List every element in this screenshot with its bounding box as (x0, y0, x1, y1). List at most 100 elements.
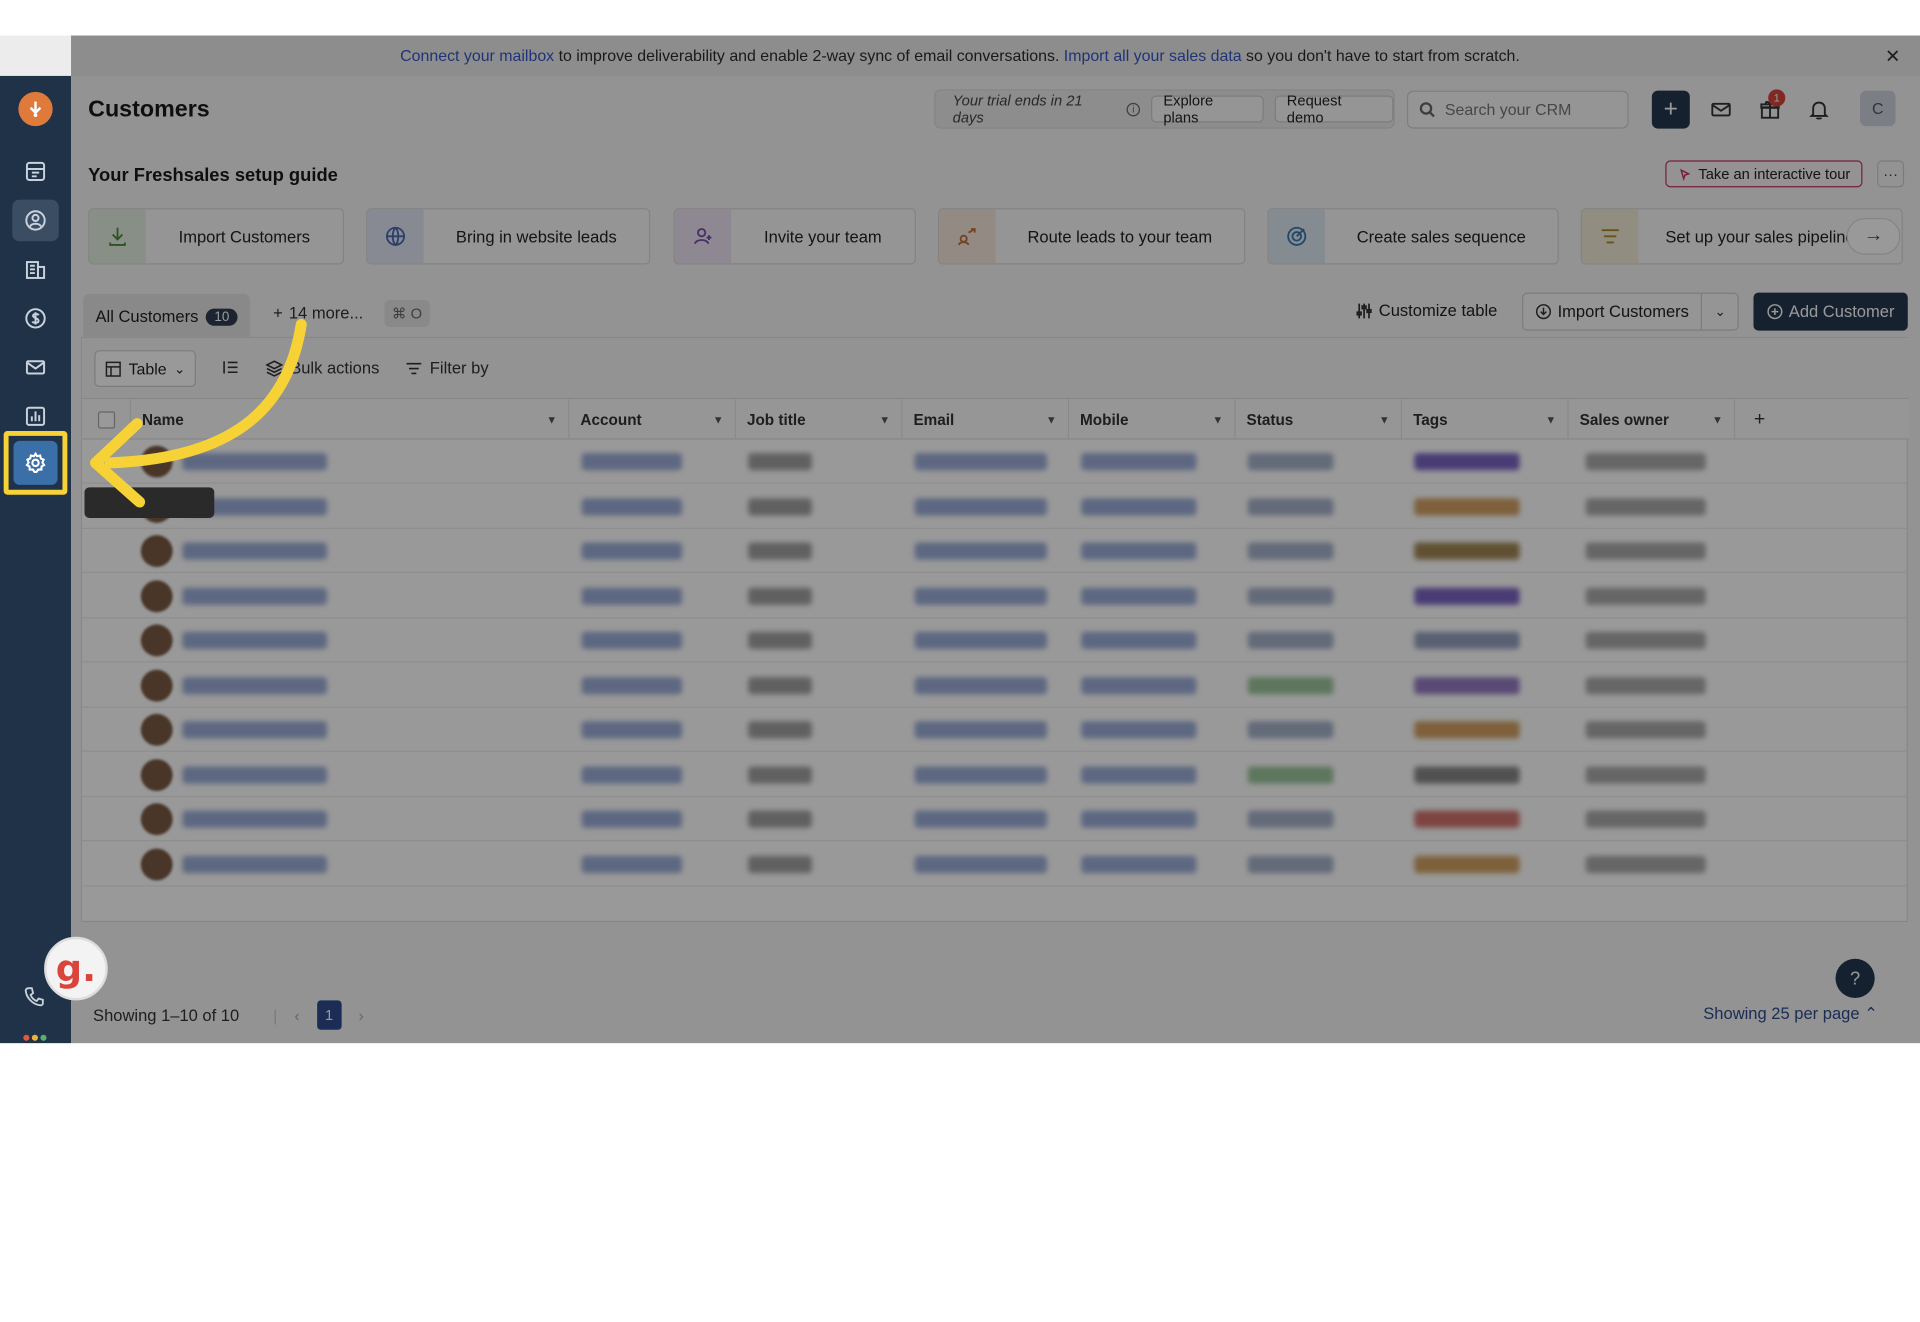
interactive-tour-button[interactable]: Take an interactive tour (1665, 160, 1863, 188)
sidebar-contacts-icon[interactable] (12, 199, 59, 242)
sidebar-deals-icon[interactable] (12, 298, 59, 340)
sort-caret-icon: ▼ (546, 413, 558, 426)
table-row[interactable] (82, 440, 1909, 484)
bell-icon[interactable] (1805, 96, 1832, 123)
mail-icon[interactable] (1707, 96, 1734, 123)
view-tab-all-customers[interactable]: All Customers 10 (83, 293, 251, 340)
redacted-cell (581, 721, 683, 739)
sidebar-accounts-icon[interactable] (12, 249, 59, 291)
column-header-name[interactable]: Name ▼ (131, 399, 570, 440)
redacted-cell (1081, 453, 1197, 471)
table-row[interactable] (82, 663, 1909, 708)
per-page-selector[interactable]: Showing 25 per page ⌃ (1703, 1004, 1878, 1024)
explore-plans-button[interactable]: Explore plans (1151, 92, 1264, 126)
table-row[interactable] (82, 708, 1909, 752)
tag-badge (1414, 631, 1520, 649)
pagination: | ‹ 1 › (273, 1000, 364, 1030)
column-header-account[interactable]: Account ▼ (569, 399, 736, 440)
sidebar-dashboard-icon[interactable] (12, 151, 59, 193)
page-number[interactable]: 1 (316, 1000, 342, 1030)
prev-page-icon[interactable]: ‹ (294, 1006, 299, 1024)
table-row[interactable] (82, 842, 1909, 886)
view-label: Table (128, 359, 167, 378)
top-bar: Customers Your trial ends in 21 days i E… (71, 76, 1920, 145)
status-badge (1247, 676, 1334, 694)
guide-card-label: Create sales sequence (1356, 227, 1526, 246)
status-badge (1247, 631, 1334, 649)
redacted-cell (914, 453, 1047, 471)
redacted-cell (914, 631, 1047, 649)
carousel-next-button[interactable]: → (1846, 217, 1901, 255)
route-icon (939, 209, 996, 264)
sidebar-inbox-icon[interactable] (12, 347, 59, 389)
guide-card-route-leads[interactable]: Route leads to your team (937, 208, 1246, 265)
table-row[interactable] (82, 797, 1909, 842)
chevron-down-icon[interactable]: ⌄ (1702, 294, 1738, 330)
import-sales-data-link[interactable]: Import all your sales data (1064, 47, 1242, 65)
next-page-icon[interactable]: › (358, 1006, 363, 1024)
announcement-banner: Connect your mailbox to improve delivera… (0, 35, 1920, 76)
column-header-tags[interactable]: Tags ▼ (1402, 399, 1569, 440)
connect-mailbox-link[interactable]: Connect your mailbox (400, 47, 554, 65)
table-row[interactable] (82, 574, 1909, 618)
chevron-up-icon: ⌃ (1864, 1004, 1879, 1023)
column-header-job-title[interactable]: Job title ▼ (736, 399, 903, 440)
avatar (140, 624, 173, 657)
user-avatar[interactable]: C (1860, 90, 1896, 127)
close-icon[interactable]: ✕ (1885, 45, 1900, 68)
table-row[interactable] (82, 752, 1909, 797)
filter-button[interactable]: Filter by (405, 359, 489, 377)
request-demo-button[interactable]: Request demo (1274, 92, 1394, 126)
more-views-button[interactable]: + 14 more... (273, 304, 363, 322)
table-footer: Showing 1–10 of 10 | ‹ 1 › Showing 25 pe… (71, 986, 1920, 1044)
redacted-cell (748, 587, 812, 605)
guide-card-invite-team[interactable]: Invite your team (673, 208, 916, 265)
redacted-cell (748, 497, 812, 515)
import-label: Import Customers (1557, 302, 1689, 321)
phone-icon[interactable] (22, 984, 46, 1015)
bulk-actions-label: Bulk actions (290, 358, 380, 378)
import-customers-button[interactable]: Import Customers (1523, 293, 1703, 330)
quick-add-button[interactable]: + (1651, 90, 1690, 129)
guide-card-sales-sequence[interactable]: Create sales sequence (1267, 208, 1559, 265)
column-header-email[interactable]: Email ▼ (902, 399, 1069, 440)
app-grid-icon[interactable] (23, 1034, 47, 1044)
search-input[interactable] (1444, 100, 1617, 119)
brand-badge[interactable]: g. (44, 936, 108, 1001)
owner-cell (1585, 587, 1706, 605)
freshsales-logo[interactable] (18, 91, 53, 127)
add-customer-button[interactable]: Add Customer (1753, 292, 1908, 331)
guide-card-label: Route leads to your team (1027, 227, 1213, 246)
gear-icon[interactable] (13, 440, 58, 485)
guide-card-label: Bring in website leads (455, 227, 617, 246)
notification-count-badge: 1 (1768, 89, 1786, 107)
customize-table-button[interactable]: Customize table (1356, 301, 1497, 320)
table-row[interactable] (82, 484, 1909, 529)
help-button[interactable]: ? (1835, 958, 1875, 998)
redacted-cell (581, 855, 683, 873)
guide-card-import[interactable]: Import Customers (88, 208, 345, 265)
avatar (140, 758, 173, 791)
info-icon[interactable]: i (1126, 102, 1141, 116)
table-row[interactable] (82, 529, 1909, 574)
sort-caret-icon: ▼ (879, 413, 891, 426)
search-field[interactable] (1406, 90, 1629, 129)
redacted-cell (1081, 631, 1197, 649)
redacted-cell (914, 587, 1047, 605)
column-header-mobile[interactable]: Mobile ▼ (1069, 399, 1236, 440)
column-header-sales-owner[interactable]: Sales owner ▼ (1569, 399, 1736, 440)
avatar (140, 847, 173, 880)
add-column-button[interactable]: + (1735, 399, 1784, 439)
more-options-button[interactable]: ··· (1877, 160, 1905, 188)
sidebar-settings-button[interactable] (3, 431, 68, 495)
filter-icon (406, 362, 422, 374)
select-all-checkbox[interactable] (82, 399, 132, 440)
sort-icon[interactable] (222, 359, 239, 376)
owner-cell (1585, 542, 1706, 560)
guide-card-website-leads[interactable]: Bring in website leads (366, 208, 651, 265)
table-row[interactable] (82, 618, 1909, 663)
column-header-status[interactable]: Status ▼ (1236, 399, 1403, 440)
bulk-actions-button[interactable]: Bulk actions (265, 358, 380, 378)
sort-caret-icon: ▼ (1045, 413, 1057, 426)
view-selector[interactable]: Table ⌄ (94, 350, 197, 387)
